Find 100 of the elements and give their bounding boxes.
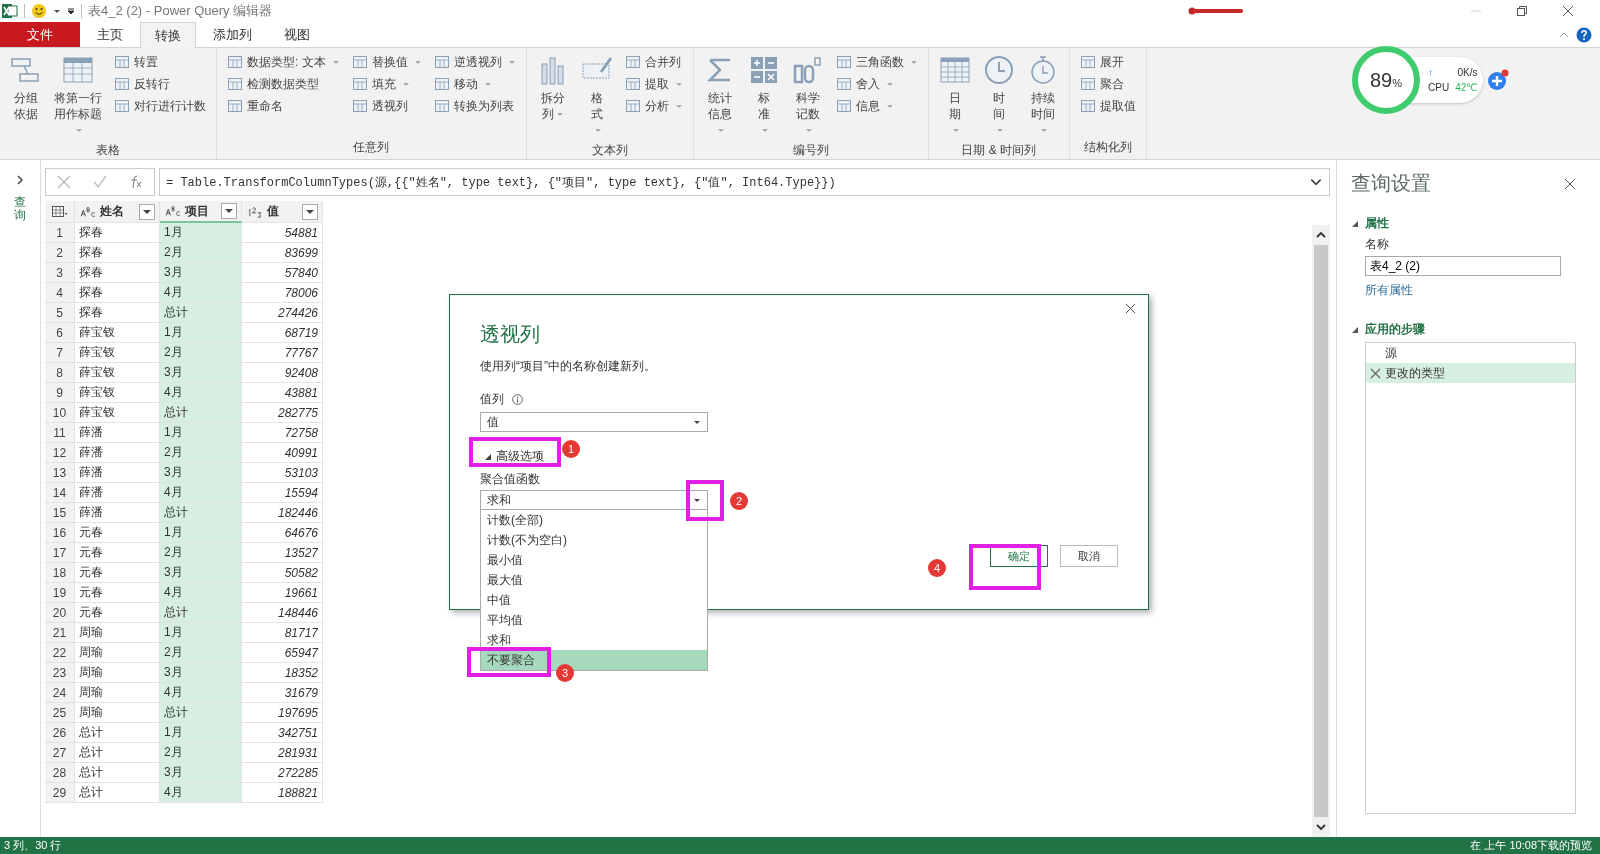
ribbon-button[interactable]: 聚合 [1075, 74, 1140, 94]
step-item[interactable]: 源 [1366, 343, 1575, 363]
value-column-dropdown[interactable]: 值 [480, 412, 708, 432]
ribbon-button[interactable]: 科学记数 [787, 52, 828, 140]
queries-pane-label[interactable]: 查询 [14, 196, 26, 223]
ribbon-button[interactable]: 日期 [934, 52, 975, 140]
ribbon-button[interactable]: 转换为列表 [429, 96, 520, 116]
scroll-down-icon[interactable] [1315, 821, 1327, 833]
ribbon-button[interactable]: 检测数据类型 [223, 74, 344, 94]
filter-dropdown-icon[interactable] [139, 203, 155, 220]
ribbon-button[interactable]: 对行进行计数 [110, 96, 210, 116]
restore-icon[interactable] [1516, 5, 1528, 17]
caret-icon[interactable] [53, 7, 61, 15]
ribbon-tab[interactable]: 视图 [269, 22, 325, 47]
ribbon-button[interactable]: 信息 [831, 96, 922, 116]
cpu-temperature: 42℃ [1455, 82, 1478, 93]
caret-icon [885, 102, 894, 110]
ribbon-tab[interactable]: 主页 [82, 22, 138, 47]
close-icon[interactable] [1562, 5, 1574, 17]
dropdown-option[interactable]: 不要聚合 [481, 650, 707, 670]
name-field[interactable]: 表4_2 (2) [1365, 256, 1561, 276]
ribbon-button[interactable]: 分组依据 [6, 52, 46, 140]
column-header[interactable]: 值 [242, 201, 323, 223]
ribbon-button[interactable]: 合并列 [620, 52, 687, 72]
ribbon-button[interactable]: 提取 [620, 74, 687, 94]
vertical-scrollbar[interactable] [1312, 225, 1330, 837]
ribbon-button[interactable]: 提取值 [1075, 96, 1140, 116]
step-item[interactable]: 更改的类型 [1366, 363, 1575, 383]
dialog-description: 使用列“项目”中的名称创建新列。 [480, 358, 657, 375]
help-icon[interactable] [1576, 26, 1592, 43]
ribbon-group-label: 表格 [95, 142, 121, 159]
row-number: 8 [45, 363, 75, 383]
ribbon-button[interactable]: 替换值 [347, 52, 426, 72]
ribbon-tab[interactable]: 转换 [140, 22, 196, 48]
dropdown-option[interactable]: 计数(不为空白) [481, 530, 707, 550]
dropdown-option[interactable]: 中值 [481, 590, 707, 610]
row-number: 14 [45, 483, 75, 503]
dropdown-option[interactable]: 计数(全部) [481, 510, 707, 530]
advanced-options-toggle[interactable]: 高级选项 [480, 448, 548, 465]
column-header[interactable]: 项目 [160, 201, 242, 223]
grid-icon [433, 54, 450, 70]
ribbon-button[interactable]: 透视列 [347, 96, 426, 116]
collapse-icon[interactable] [1351, 325, 1359, 334]
ribbon-button[interactable]: 拆分列 [532, 52, 573, 140]
ribbon-button[interactable]: 时间 [978, 52, 1019, 140]
filter-dropdown-icon[interactable] [302, 203, 318, 220]
expand-icon[interactable] [14, 174, 26, 186]
ribbon-button[interactable]: 格式 [576, 52, 617, 140]
function-icon[interactable] [129, 175, 143, 189]
close-icon[interactable] [1564, 177, 1576, 190]
ribbon-button[interactable]: 分析 [620, 96, 687, 116]
table-cell: 274426 [242, 303, 323, 323]
collapse-icon[interactable] [1351, 219, 1359, 228]
ribbon-button[interactable]: 舍入 [831, 74, 922, 94]
table-cell: 2月 [160, 343, 242, 363]
ribbon-button[interactable]: 反转行 [110, 74, 210, 94]
dropdown-option[interactable]: 平均值 [481, 610, 707, 630]
row-number: 7 [45, 343, 75, 363]
pane-title: 查询设置 [1351, 171, 1431, 196]
ribbon-button[interactable]: 逆透视列 [429, 52, 520, 72]
close-icon[interactable] [1125, 303, 1136, 314]
ribbon-tab[interactable]: 文件 [0, 22, 80, 47]
caret-icon [909, 58, 918, 66]
ribbon-button[interactable]: 移动 [429, 74, 520, 94]
ribbon-button[interactable]: 数据类型: 文本 [223, 52, 344, 72]
all-properties-link[interactable]: 所有属性 [1365, 282, 1576, 299]
formula-field[interactable]: = Table.TransformColumnTypes(源,{{"姓名", type text}, {"项目", type text}, {"值", Int64.Type}}) [159, 168, 1330, 196]
ribbon-button[interactable]: 重命名 [223, 96, 344, 116]
filter-dropdown-icon[interactable] [221, 203, 237, 219]
dropdown-option[interactable]: 最大值 [481, 570, 707, 590]
row-number: 22 [45, 643, 75, 663]
row-number: 12 [45, 443, 75, 463]
table-menu-button[interactable] [45, 201, 75, 223]
caret-icon [760, 126, 769, 134]
aggregate-function-dropdown[interactable]: 求和 [480, 490, 708, 510]
dropdown-option[interactable]: 求和 [481, 630, 707, 650]
table-cell: 342751 [242, 723, 323, 743]
ribbon-tab[interactable]: 添加列 [198, 22, 267, 47]
cancel-button[interactable]: 取消 [1060, 545, 1118, 567]
delete-step-icon[interactable] [1370, 367, 1381, 379]
ribbon-button[interactable]: 持续时间 [1022, 52, 1063, 140]
checkmark-icon[interactable] [93, 175, 107, 189]
column-header[interactable]: 姓名 [75, 201, 160, 223]
caret-icon [995, 126, 1004, 134]
ribbon-button[interactable]: 三角函数 [831, 52, 922, 72]
info-icon[interactable] [512, 394, 523, 405]
ribbon-button[interactable]: 将第一行用作标题 [50, 52, 106, 140]
ribbon-button[interactable]: 标准 [743, 52, 784, 140]
table-cell: 68719 [242, 323, 323, 343]
ribbon-button[interactable]: 转置 [110, 52, 210, 72]
ribbon-button[interactable]: 填充 [347, 74, 426, 94]
ribbon-button[interactable]: 统计信息 [699, 52, 740, 140]
ribbon-button[interactable]: 展开 [1075, 52, 1140, 72]
quick-access-menu-icon[interactable] [67, 7, 75, 15]
row-number: 5 [45, 303, 75, 323]
dropdown-option[interactable]: 最小值 [481, 550, 707, 570]
smiley-icon[interactable] [31, 3, 47, 19]
text-type-icon [164, 205, 182, 217]
plus-icon[interactable] [1487, 69, 1510, 91]
table-cell: 4月 [160, 483, 242, 503]
